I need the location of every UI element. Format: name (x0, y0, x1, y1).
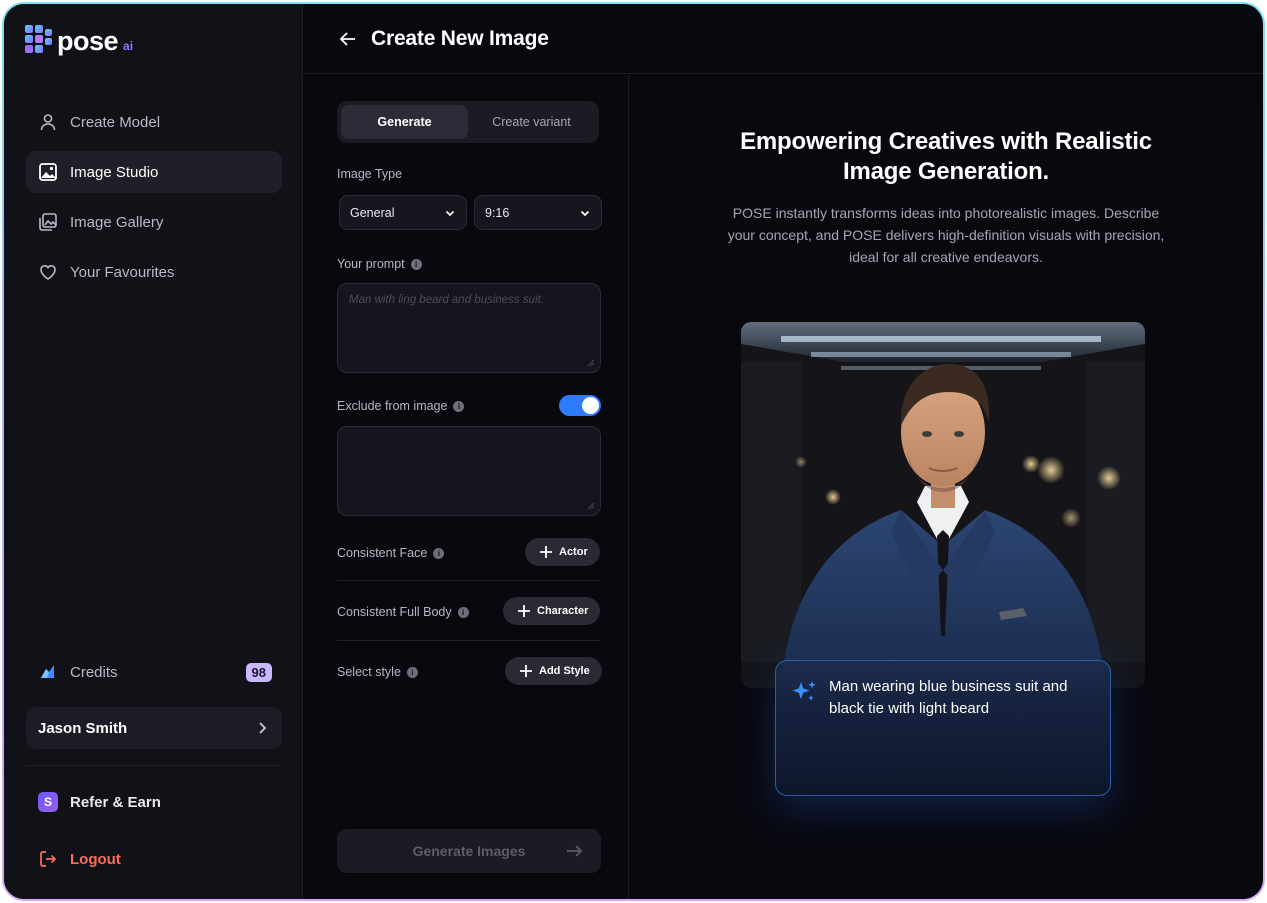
refer-earn-link[interactable]: S Refer & Earn (26, 785, 161, 819)
image-icon (39, 163, 57, 181)
logout-label: Logout (70, 850, 121, 868)
generate-images-button[interactable]: Generate Images (337, 829, 601, 873)
user-profile-card[interactable]: Jason Smith (26, 707, 282, 749)
credits-badge: 98 (245, 662, 272, 682)
sidebar-item-image-studio[interactable]: Image Studio (26, 151, 282, 193)
image-type-label: Image Type (337, 167, 402, 181)
prompt-caption-card: Man wearing blue business suit and black… (775, 660, 1111, 796)
info-icon[interactable]: i (410, 258, 422, 270)
image-type-label-text: Image Type (337, 167, 403, 181)
sidebar-item-label: Image Studio (70, 163, 159, 181)
generation-form: Generate Create variant Image Type Gener… (303, 75, 629, 899)
back-arrow-icon[interactable] (337, 28, 359, 50)
user-icon (40, 114, 56, 131)
row-divider (337, 580, 601, 581)
hero-subtitle-line: ideal for all creative endeavors. (849, 249, 1043, 265)
add-character-button[interactable]: Character (503, 597, 601, 625)
consistent-face-label: Consistent Face i (337, 546, 445, 560)
refer-label: Refer & Earn (70, 793, 161, 811)
plus-icon (540, 546, 552, 558)
tab-generate[interactable]: Generate (341, 105, 468, 139)
user-name: Jason Smith (38, 719, 128, 737)
page-title: Create New Image (371, 26, 549, 50)
aspect-ratio-value: 9:16 (485, 205, 510, 220)
hero-title-line: Image Generation. (843, 158, 1049, 185)
row-divider (337, 640, 601, 641)
consistent-body-label: Consistent Full Body i (337, 605, 469, 619)
sidebar-nav: Create Model Image Studio Image Gallery … (26, 101, 282, 301)
exclude-toggle[interactable] (559, 395, 601, 416)
chevron-right-icon (259, 722, 267, 734)
credits-label: Credits (70, 663, 118, 681)
resize-handle-icon[interactable] (587, 502, 595, 510)
image-type-value: General (350, 205, 395, 220)
credits-row[interactable]: Credits 98 (26, 655, 282, 689)
prompt-placeholder: Man with ling beard and business suit. (349, 294, 544, 306)
exclude-label: Exclude from image i (337, 399, 465, 413)
sidebar-item-label: Image Gallery (70, 213, 164, 231)
consistent-body-label-text: Consistent Full Body (337, 605, 452, 619)
info-icon[interactable]: i (406, 666, 418, 678)
aspect-ratio-select[interactable]: 9:16 (474, 195, 602, 230)
add-style-button[interactable]: Add Style (505, 657, 602, 685)
select-style-label: Select style i (337, 665, 418, 679)
hero-subtitle: POSE instantly transforms ideas into pho… (699, 202, 1193, 268)
image-type-select[interactable]: General (339, 195, 467, 230)
sidebar: pose ai Create Model Image Studio Image … (4, 4, 303, 899)
info-icon[interactable]: i (457, 606, 469, 618)
plus-icon (518, 605, 530, 617)
tab-create-variant[interactable]: Create variant (468, 105, 595, 139)
consistent-face-label-text: Consistent Face (337, 546, 428, 560)
hero-title-line: Empowering Creatives with Realistic (740, 128, 1152, 155)
gallery-icon (39, 213, 57, 231)
refer-icon: S (38, 792, 58, 812)
logo[interactable]: pose ai (25, 25, 133, 57)
hero-subtitle-line: your concept, and POSE delivers high-def… (727, 227, 1165, 243)
sidebar-item-create-model[interactable]: Create Model (26, 101, 282, 143)
app-window: pose ai Create Model Image Studio Image … (4, 4, 1263, 899)
chevron-down-icon (445, 210, 455, 216)
sidebar-item-label: Your Favourites (70, 263, 175, 281)
credits-icon (41, 665, 54, 678)
pose-logo-icon (25, 25, 52, 53)
resize-handle-icon[interactable] (587, 359, 595, 367)
info-icon[interactable]: i (433, 547, 445, 559)
mode-tabs: Generate Create variant (337, 101, 599, 143)
logo-suffix: ai (123, 38, 134, 53)
generate-images-label: Generate Images (412, 843, 526, 859)
preview-panel: Empowering Creatives with Realistic Imag… (629, 75, 1263, 899)
toggle-knob (582, 397, 599, 414)
sparkle-icon (792, 681, 816, 701)
hero-title: Empowering Creatives with Realistic Imag… (629, 127, 1263, 187)
add-actor-label: Actor (559, 546, 588, 558)
add-actor-button[interactable]: Actor (525, 538, 600, 566)
add-style-label: Add Style (539, 665, 590, 677)
logout-icon (40, 851, 57, 867)
sample-portrait-image (741, 322, 1145, 688)
caption-text: Man wearing blue business suit and black… (829, 678, 1068, 717)
sidebar-item-favourites[interactable]: Your Favourites (26, 251, 282, 293)
sidebar-item-label: Create Model (70, 113, 161, 131)
add-character-label: Character (537, 605, 589, 617)
logout-button[interactable]: Logout (26, 842, 121, 876)
heart-icon (40, 265, 56, 280)
logo-wordmark: pose (57, 25, 119, 56)
exclude-label-text: Exclude from image (337, 399, 448, 413)
prompt-input[interactable]: Man with ling beard and business suit. (337, 283, 601, 373)
hero-subtitle-line: POSE instantly transforms ideas into pho… (732, 205, 1160, 221)
info-icon[interactable]: i (453, 400, 465, 412)
arrow-right-icon (567, 845, 583, 857)
page-header: Create New Image (303, 4, 1263, 74)
plus-icon (520, 665, 532, 677)
sidebar-divider (26, 765, 282, 766)
sidebar-item-image-gallery[interactable]: Image Gallery (26, 201, 282, 243)
select-style-label-text: Select style (337, 665, 401, 679)
prompt-label: Your prompt i (337, 257, 422, 271)
chevron-down-icon (580, 210, 590, 216)
portrait-illustration (741, 322, 1145, 688)
prompt-label-text: Your prompt (337, 257, 405, 271)
exclude-input[interactable] (337, 426, 601, 516)
